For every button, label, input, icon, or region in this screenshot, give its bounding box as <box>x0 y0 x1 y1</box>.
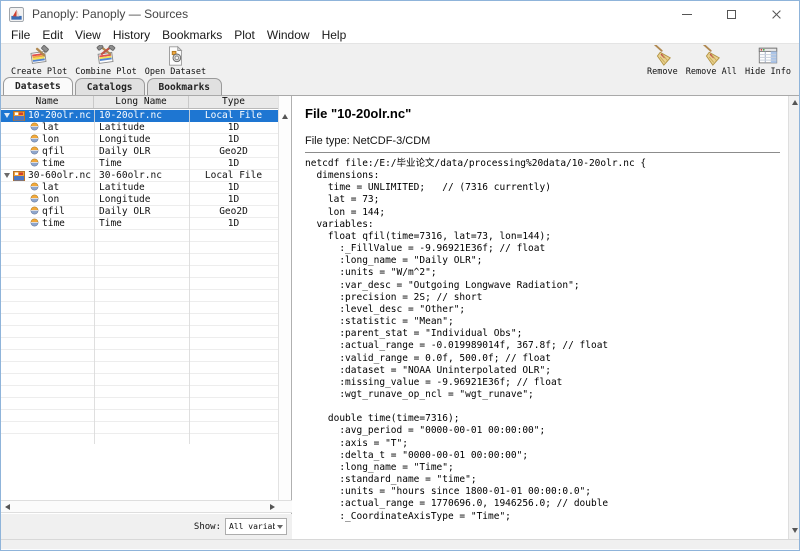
maximize-icon <box>727 10 736 19</box>
expander-icon[interactable] <box>4 113 10 118</box>
scroll-up-icon[interactable] <box>282 114 288 119</box>
ncdump-text: netcdf file:/E:/毕业论文/data/processing%20d… <box>305 158 780 523</box>
remove-broom-icon <box>650 45 674 67</box>
info-vertical-scrollbar[interactable] <box>788 96 800 539</box>
create-plot-button[interactable]: Create Plot <box>7 44 71 77</box>
create-plot-icon <box>27 45 51 67</box>
menu-history[interactable]: History <box>107 27 156 43</box>
remove-button[interactable]: Remove <box>643 44 682 77</box>
table-row[interactable]: timeTime1D <box>1 158 278 170</box>
scroll-right-icon[interactable] <box>270 504 275 510</box>
variable-icon <box>30 122 39 131</box>
menu-view[interactable]: View <box>69 27 107 43</box>
close-icon <box>771 9 782 20</box>
show-variables-select[interactable]: All variables <box>225 518 287 535</box>
table-row[interactable]: qfilDaily OLRGeo2D <box>1 206 278 218</box>
tab-catalogs[interactable]: Catalogs <box>75 78 145 95</box>
column-header-type[interactable]: Type <box>189 96 278 108</box>
remove-all-label: Remove All <box>686 67 737 77</box>
datasets-panel: Name Long Name Type 10-20olr.nc10-20olr.… <box>1 96 292 539</box>
remove-label: Remove <box>647 67 678 77</box>
create-plot-label: Create Plot <box>11 67 67 77</box>
chevron-down-icon <box>277 525 283 529</box>
variable-icon <box>30 194 39 203</box>
column-header-long-name[interactable]: Long Name <box>94 96 189 108</box>
table-header: Name Long Name Type <box>1 96 278 109</box>
open-dataset-button[interactable]: Open Dataset <box>141 44 210 77</box>
open-dataset-icon <box>163 45 187 67</box>
remove-all-broom-icon <box>699 45 723 67</box>
status-bar <box>1 539 799 551</box>
variable-icon <box>30 218 39 227</box>
table-row[interactable]: lonLongitude1D <box>1 194 278 206</box>
scroll-left-icon[interactable] <box>5 504 10 510</box>
remove-all-button[interactable]: Remove All <box>682 44 741 77</box>
variable-icon <box>30 158 39 167</box>
combine-plot-label: Combine Plot <box>75 67 136 77</box>
menu-file[interactable]: File <box>5 27 36 43</box>
minimize-button[interactable] <box>664 1 709 27</box>
tree-vertical-scrollbar[interactable] <box>278 96 291 500</box>
menu-bookmarks[interactable]: Bookmarks <box>156 27 228 43</box>
info-divider <box>305 152 780 153</box>
table-row[interactable]: timeTime1D <box>1 218 278 230</box>
hide-info-label: Hide Info <box>745 67 791 77</box>
expander-icon[interactable] <box>4 173 10 178</box>
variable-icon <box>30 134 39 143</box>
minimize-icon <box>682 14 692 15</box>
tree-horizontal-scrollbar[interactable] <box>1 500 292 513</box>
combine-plot-button[interactable]: Combine Plot <box>71 44 140 77</box>
toolbar: Create Plot Combine Plot <box>1 43 799 78</box>
tab-datasets[interactable]: Datasets <box>3 77 73 95</box>
dataset-icon <box>13 171 25 181</box>
info-file-type: File type: NetCDF-3/CDM <box>305 135 780 147</box>
table-row[interactable]: lonLongitude1D <box>1 134 278 146</box>
info-file-title: File "10-20olr.nc" <box>305 106 780 121</box>
show-variables-value: All variables <box>229 522 275 531</box>
variable-icon <box>30 182 39 191</box>
tab-bookmarks[interactable]: Bookmarks <box>147 78 222 95</box>
app-icon <box>9 7 24 22</box>
table-row[interactable]: 30-60olr.nc30-60olr.ncLocal File <box>1 170 278 182</box>
dataset-icon <box>13 111 25 121</box>
menu-plot[interactable]: Plot <box>228 27 261 43</box>
menu-bar: File Edit View History Bookmarks Plot Wi… <box>1 27 799 43</box>
column-header-name[interactable]: Name <box>1 96 94 108</box>
main-content: Name Long Name Type 10-20olr.nc10-20olr.… <box>1 96 799 539</box>
maximize-button[interactable] <box>709 1 754 27</box>
table-row[interactable]: latLatitude1D <box>1 122 278 134</box>
open-dataset-label: Open Dataset <box>145 67 206 77</box>
table-row[interactable]: 10-20olr.nc10-20olr.ncLocal File <box>1 110 278 122</box>
menu-window[interactable]: Window <box>261 27 316 43</box>
combine-plot-icon <box>94 45 118 67</box>
info-panel: File "10-20olr.nc" File type: NetCDF-3/C… <box>293 96 800 539</box>
hide-info-button[interactable]: Hide Info <box>741 44 795 77</box>
dataset-tree-body: 10-20olr.nc10-20olr.ncLocal FilelatLatit… <box>1 110 278 444</box>
variable-icon <box>30 146 39 155</box>
window-title: Panoply: Panoply — Sources <box>32 7 188 21</box>
show-filter-row: Show: All variables <box>1 514 292 539</box>
menu-help[interactable]: Help <box>316 27 353 43</box>
menu-edit[interactable]: Edit <box>36 27 69 43</box>
table-row[interactable]: qfilDaily OLRGeo2D <box>1 146 278 158</box>
close-button[interactable] <box>754 1 799 27</box>
scroll-down-icon[interactable] <box>792 528 798 533</box>
variable-icon <box>30 206 39 215</box>
tabs-bar: Datasets Catalogs Bookmarks <box>1 78 799 96</box>
app-window: Panoply: Panoply — Sources File Edit Vie… <box>0 0 800 551</box>
scroll-up-icon[interactable] <box>792 100 798 105</box>
title-bar: Panoply: Panoply — Sources <box>1 1 799 27</box>
table-row[interactable]: latLatitude1D <box>1 182 278 194</box>
show-label: Show: <box>194 522 221 532</box>
hide-info-icon <box>756 45 780 67</box>
